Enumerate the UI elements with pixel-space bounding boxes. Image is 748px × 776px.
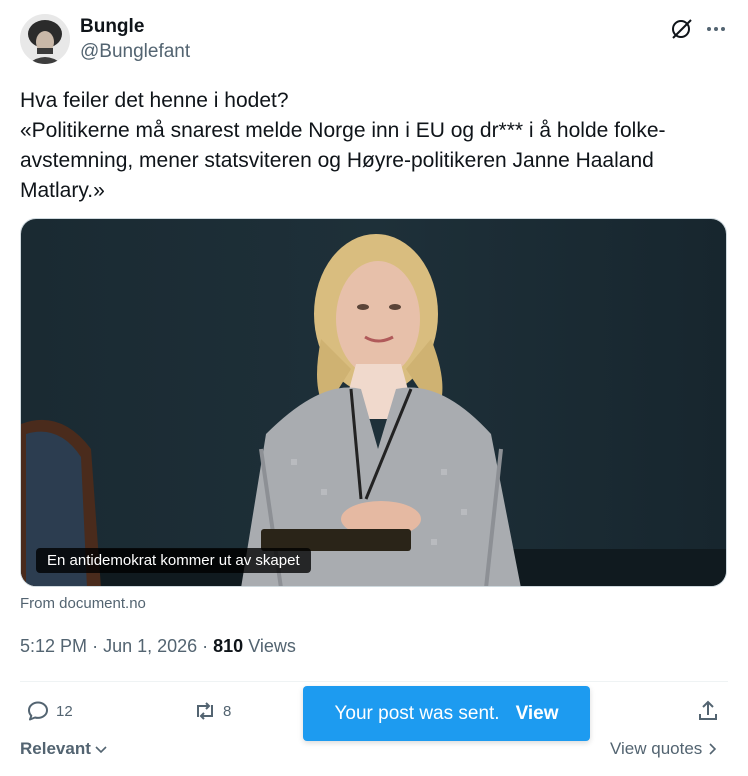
meta-separator: · bbox=[92, 636, 104, 656]
reply-count: 12 bbox=[56, 702, 73, 720]
divider bbox=[20, 681, 728, 682]
reply-icon bbox=[28, 701, 48, 721]
meta-separator: · bbox=[202, 636, 214, 656]
post-date[interactable]: Jun 1, 2026 bbox=[103, 636, 197, 656]
post-image[interactable] bbox=[20, 218, 727, 587]
toast-message: Your post was sent. bbox=[334, 702, 500, 724]
share-icon bbox=[699, 700, 717, 720]
toast-view-link[interactable]: View bbox=[516, 703, 559, 725]
sort-dropdown[interactable]: Relevant bbox=[20, 739, 109, 759]
author-name[interactable]: Bungle bbox=[80, 16, 144, 38]
sort-label: Relevant bbox=[20, 739, 91, 758]
avatar[interactable] bbox=[20, 14, 70, 64]
repost-count: 8 bbox=[223, 702, 232, 720]
views-count: 810 bbox=[213, 636, 244, 656]
view-quotes-label: View quotes bbox=[610, 739, 703, 758]
post-time[interactable]: 5:12 PM bbox=[20, 636, 87, 656]
views-label: Views bbox=[248, 636, 296, 656]
post-text: Hva feiler det henne i hodet? «Politiker… bbox=[20, 86, 720, 206]
repost-icon bbox=[197, 702, 213, 720]
chevron-down-icon bbox=[95, 746, 107, 754]
more-icon[interactable] bbox=[704, 17, 728, 41]
repost-button[interactable]: 8 bbox=[193, 698, 231, 724]
toast-notification: Your post was sent. View bbox=[303, 686, 590, 741]
image-caption: En antidemokrat kommer ut av skapet bbox=[36, 548, 311, 573]
grok-icon[interactable] bbox=[670, 17, 694, 41]
author-handle[interactable]: @Bunglefant bbox=[80, 41, 190, 63]
chevron-right-icon bbox=[709, 743, 717, 755]
post-line: «Politikerne må snarest melde Norge inn … bbox=[20, 119, 666, 142]
reply-button[interactable]: 12 bbox=[26, 698, 73, 724]
share-button[interactable] bbox=[696, 698, 720, 724]
link-source[interactable]: From document.no bbox=[20, 595, 146, 612]
post-line: Matlary.» bbox=[20, 179, 105, 202]
post-meta: 5:12 PM · Jun 1, 2026 · 810 Views bbox=[20, 636, 296, 657]
post-line: avstemning, mener statsviteren og Høyre-… bbox=[20, 149, 654, 172]
post-line: Hva feiler det henne i hodet? bbox=[20, 89, 289, 112]
view-quotes-link[interactable]: View quotes bbox=[610, 739, 720, 759]
